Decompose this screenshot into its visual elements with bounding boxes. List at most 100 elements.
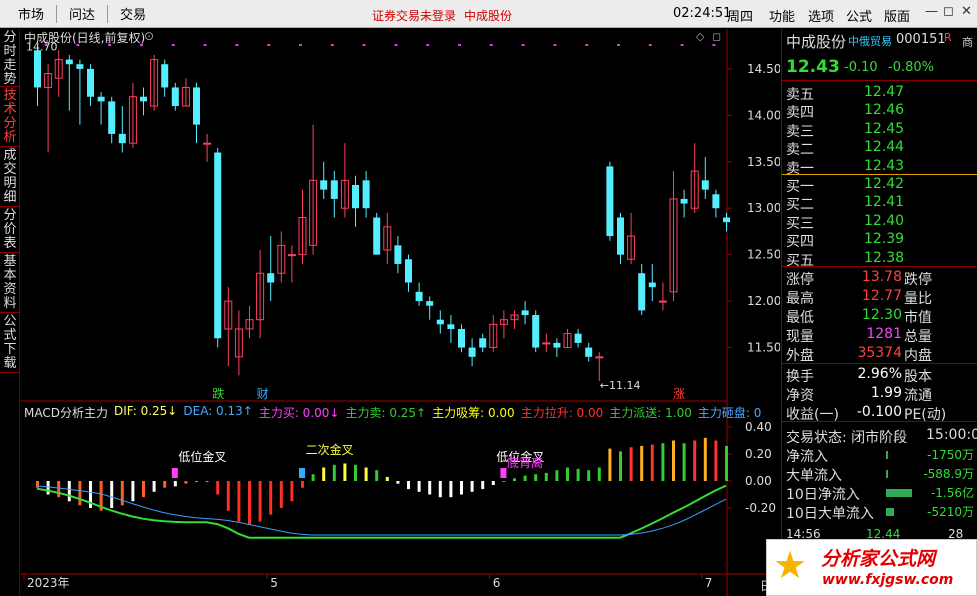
- ind-axis-label: 0.20: [745, 447, 772, 461]
- book-label: 卖四: [786, 105, 814, 122]
- macd-bar: [248, 481, 251, 525]
- tab-intraday[interactable]: 分时走势: [0, 29, 20, 87]
- stat-value: 12.30: [861, 307, 902, 323]
- book-row[interactable]: 买四 12.39: [782, 231, 977, 250]
- stat-label: 换手: [786, 369, 814, 385]
- event-marker: 涨: [673, 386, 685, 401]
- tab-formula-download[interactable]: 公式下载: [0, 313, 20, 373]
- candle-body: [680, 198, 688, 204]
- stat-label-right: 股本: [904, 369, 932, 385]
- indicator-field: 主力卖: 0.25↑: [345, 406, 427, 420]
- macd-bar: [576, 468, 580, 481]
- signal-dot: [267, 44, 271, 46]
- macd-bar: [311, 474, 315, 481]
- book-row[interactable]: 买三 12.40: [782, 213, 977, 232]
- menu-market[interactable]: 市场: [0, 4, 54, 23]
- stat-label-right: 内盘: [904, 348, 932, 364]
- divider: [782, 80, 977, 81]
- menu-options[interactable]: 选项: [808, 6, 834, 25]
- stat-label: 涨停: [786, 272, 814, 288]
- book-row[interactable]: 买一 12.42: [782, 176, 977, 195]
- stat-value: 1.99: [870, 385, 902, 401]
- close-icon[interactable]: ✕: [961, 4, 972, 19]
- minimize-icon[interactable]: —: [925, 4, 938, 19]
- panel-cut-text: 商: [962, 36, 973, 49]
- macd-bar: [555, 470, 559, 481]
- time-axis-label: 7: [705, 576, 713, 590]
- candle-body: [553, 342, 561, 348]
- login-notice[interactable]: 证券交易未登录: [372, 7, 456, 24]
- flow-label: 净流入: [786, 449, 828, 465]
- candle-body: [405, 259, 412, 283]
- tab-price-table[interactable]: 分价表: [0, 207, 20, 253]
- divider: [782, 363, 977, 364]
- signal-dot: [712, 44, 716, 46]
- book-label: 买二: [786, 197, 814, 214]
- menu-formula[interactable]: 公式: [846, 6, 872, 25]
- book-row[interactable]: 卖五 12.47: [782, 84, 977, 103]
- macd-bar: [364, 467, 368, 481]
- book-row[interactable]: 卖三 12.45: [782, 121, 977, 140]
- trade-time: 15:00:0: [926, 427, 977, 443]
- macd-bar: [682, 443, 686, 481]
- stat-label: 外盘: [786, 348, 814, 364]
- candle-body: [426, 301, 434, 306]
- maximize-icon[interactable]: ◻: [943, 4, 954, 19]
- chart-settings-icon[interactable]: ⊙: [144, 29, 154, 43]
- macd-bar: [332, 464, 336, 481]
- book-row[interactable]: 卖四 12.46: [782, 102, 977, 121]
- menu-layout[interactable]: 版面: [884, 6, 910, 25]
- macd-bar: [597, 467, 601, 481]
- book-row[interactable]: 买二 12.41: [782, 194, 977, 213]
- macd-bar: [57, 481, 61, 498]
- candle-body: [606, 166, 614, 237]
- signal-dot: [394, 44, 398, 46]
- tab-profile[interactable]: 基本资料: [0, 253, 20, 313]
- candle-body: [267, 273, 275, 283]
- book-label: 买三: [786, 215, 814, 232]
- concept-badge[interactable]: 中俄贸易: [848, 33, 892, 49]
- clock: 02:24:51: [673, 6, 732, 21]
- stat-label: 现量: [786, 329, 814, 345]
- menu-trade[interactable]: 交易: [110, 4, 156, 23]
- tab-trades[interactable]: 成交明细: [0, 147, 20, 207]
- macd-bar: [354, 464, 357, 481]
- book-price: 12.46: [864, 102, 905, 119]
- indicator-field: MACD分析主力: [24, 406, 108, 420]
- candle-body: [87, 68, 94, 97]
- macd-bar: [385, 476, 389, 481]
- logo-url: www.fxjgsw.com: [822, 572, 954, 588]
- signal-dot: [617, 44, 620, 46]
- chart-area[interactable]: 14.50 14.00 13.50 13.00 12.50 12.00 11.50 14.70…: [20, 29, 784, 596]
- stat-row: 最高 12.77 量比: [782, 288, 977, 307]
- stat-label-right: 跌停: [904, 272, 932, 288]
- menu-wenda[interactable]: 问达: [59, 4, 105, 23]
- signal-annotation: 二次金叉: [306, 442, 354, 457]
- candle-body: [108, 101, 116, 134]
- ind-axis-label: 0.40: [745, 420, 772, 434]
- macd-bar: [650, 444, 654, 481]
- indicator-field: DEA: 0.13↑: [183, 404, 253, 418]
- signal-dot: [362, 44, 366, 46]
- macd-bar: [523, 475, 527, 481]
- stat-value: 13.78: [861, 269, 902, 285]
- book-label: 买四: [786, 234, 814, 251]
- price-change: -0.10: [844, 60, 878, 75]
- macd-bar: [184, 481, 188, 484]
- book-row[interactable]: 卖二 12.44: [782, 139, 977, 158]
- candle-body: [193, 87, 200, 125]
- kline-chart-svg[interactable]: 14.5014.0013.5013.0012.5012.0011.5014.70…: [20, 29, 780, 596]
- stat-row: 涨停 13.78 跌停: [782, 269, 977, 288]
- event-marker: 财: [257, 387, 269, 401]
- macd-bar: [279, 481, 283, 508]
- stat-value: 12.77: [861, 288, 902, 304]
- macd-bar: [110, 481, 114, 508]
- menu-function[interactable]: 功能: [769, 6, 795, 25]
- macd-bar: [629, 447, 633, 481]
- book-price: 12.42: [864, 176, 905, 192]
- macd-bar: [587, 470, 591, 481]
- stat-label: 净资: [786, 388, 814, 404]
- macd-bar: [725, 445, 728, 481]
- macd-bar: [67, 481, 71, 502]
- tab-technical[interactable]: 技术分析: [0, 87, 20, 147]
